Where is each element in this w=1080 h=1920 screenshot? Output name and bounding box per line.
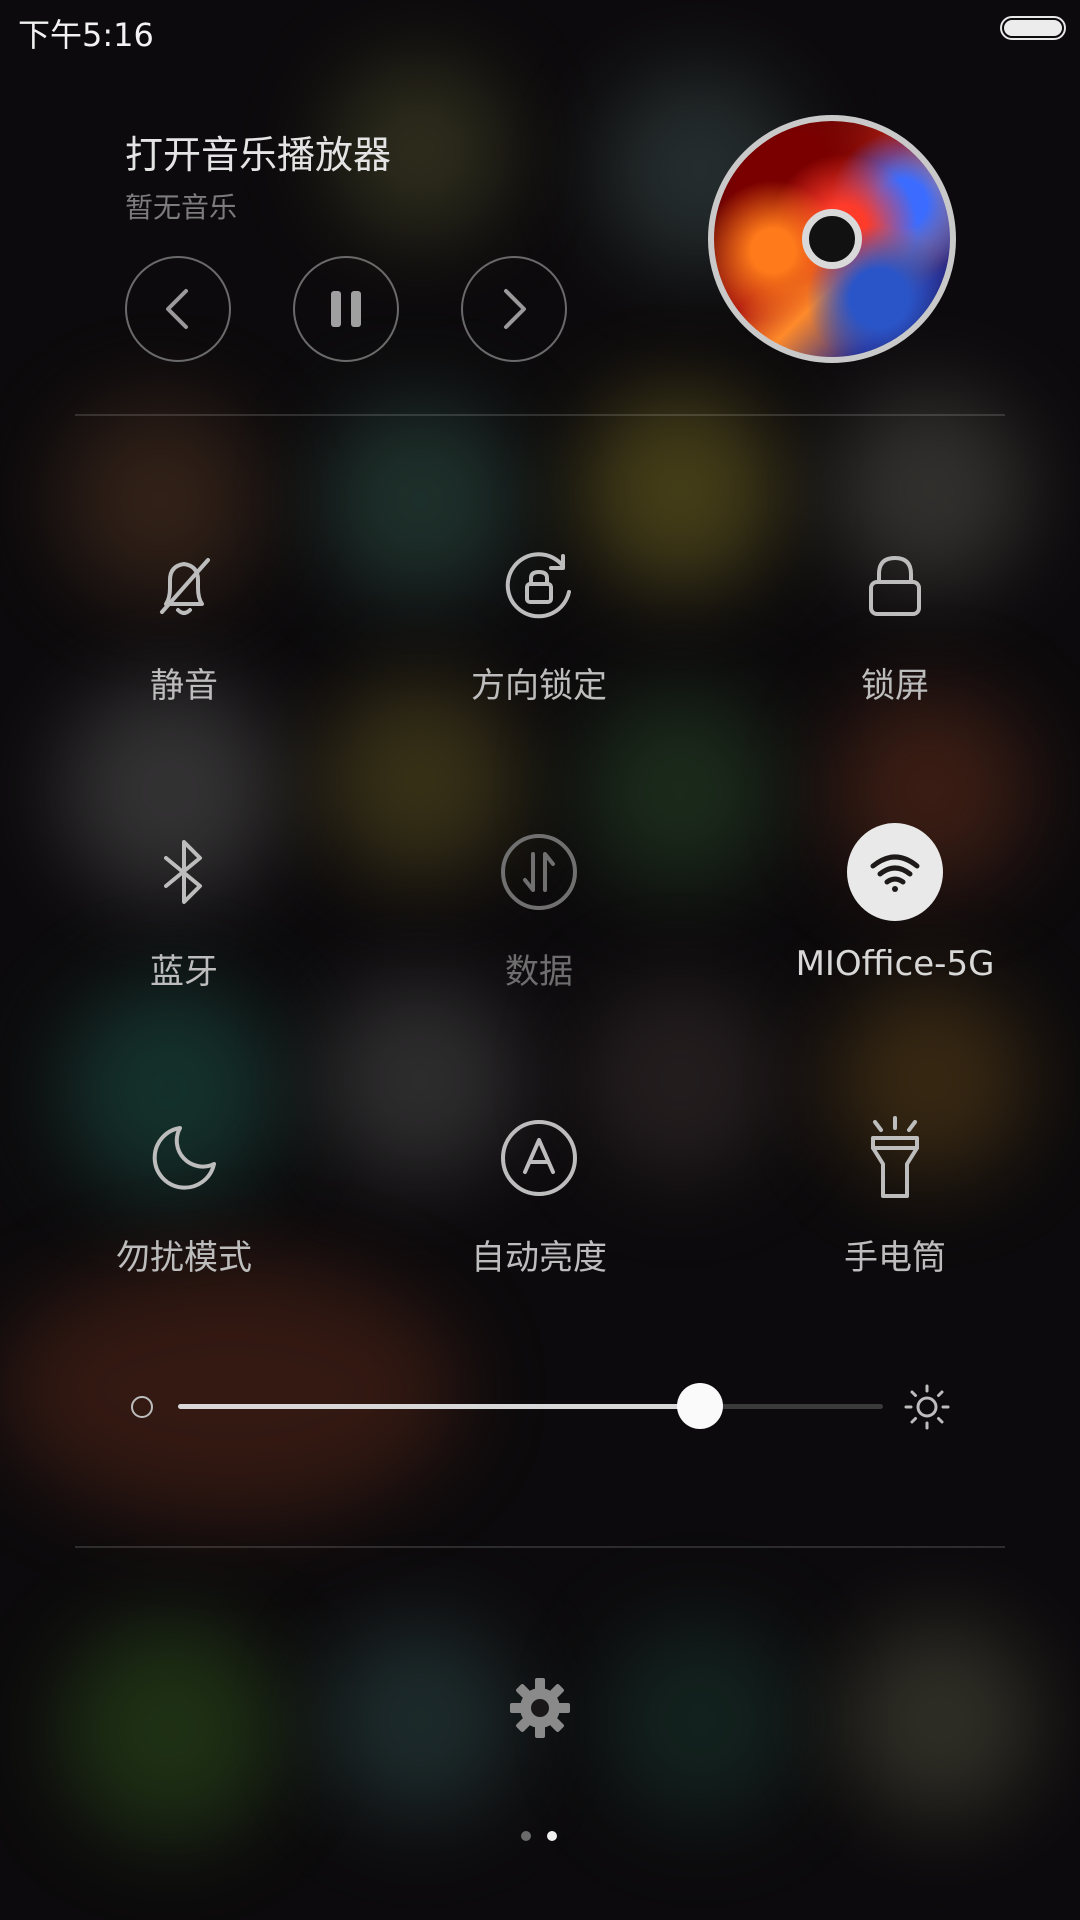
pause-button[interactable] (293, 256, 399, 362)
page-indicator-1[interactable] (521, 1831, 531, 1841)
brightness-high-icon (904, 1384, 950, 1430)
wifi-active-bg (847, 823, 943, 921)
toggle-auto-brightness-label: 自动亮度 (471, 1238, 607, 1278)
toggle-lock-screen[interactable]: 锁屏 (765, 538, 1025, 707)
chevron-left-icon (166, 289, 188, 329)
brightness-low-icon (131, 1396, 153, 1418)
toggle-wifi[interactable]: MIOffice-5G (765, 823, 1025, 984)
battery-icon (1000, 16, 1066, 40)
album-art[interactable] (708, 115, 956, 363)
toggle-rotation-lock[interactable]: 方向锁定 (409, 538, 669, 707)
page-indicator-2[interactable] (547, 1831, 557, 1841)
toggle-bluetooth[interactable]: 蓝牙 (54, 824, 314, 993)
toggle-do-not-disturb[interactable]: 勿扰模式 (54, 1110, 314, 1279)
toggle-mobile-data-label: 数据 (505, 952, 573, 992)
toggle-lock-screen-label: 锁屏 (861, 666, 929, 706)
rotation-lock-icon (505, 552, 571, 619)
lock-icon (869, 556, 921, 616)
status-time: 下午5:16 (18, 16, 154, 54)
toggle-flashlight[interactable]: 手电筒 (765, 1110, 1025, 1279)
brightness-slider[interactable] (178, 1404, 883, 1409)
toggle-do-not-disturb-label: 勿扰模式 (116, 1238, 252, 1278)
gear-icon[interactable] (508, 1676, 572, 1740)
toggle-auto-brightness[interactable]: 自动亮度 (409, 1110, 669, 1279)
mobile-data-icon (501, 834, 577, 910)
toggle-mobile-data[interactable]: 数据 (409, 824, 669, 993)
wifi-icon (870, 854, 920, 892)
disc-hole (802, 209, 862, 269)
toggle-bluetooth-label: 蓝牙 (150, 952, 218, 992)
toggle-flashlight-label: 手电筒 (844, 1238, 946, 1278)
flashlight-icon (871, 1116, 919, 1198)
divider-top (75, 414, 1005, 416)
divider-bottom (75, 1546, 1005, 1548)
bluetooth-icon (164, 840, 202, 904)
pause-icon (331, 291, 361, 327)
chevron-right-icon (504, 289, 526, 329)
brightness-slider-thumb[interactable] (676, 1383, 723, 1429)
toggle-mute[interactable]: 静音 (54, 538, 314, 707)
music-subtitle: 暂无音乐 (125, 191, 238, 224)
moon-icon (152, 1126, 216, 1190)
music-title[interactable]: 打开音乐播放器 (125, 124, 391, 179)
previous-track-button[interactable] (125, 256, 231, 362)
brightness-slider-fill (178, 1404, 700, 1409)
auto-brightness-icon (501, 1120, 577, 1196)
toggle-wifi-label: MIOffice-5G (795, 944, 995, 984)
toggle-mute-label: 静音 (150, 666, 218, 706)
bell-off-icon (160, 558, 210, 615)
next-track-button[interactable] (461, 256, 567, 362)
toggle-rotation-lock-label: 方向锁定 (471, 666, 607, 706)
